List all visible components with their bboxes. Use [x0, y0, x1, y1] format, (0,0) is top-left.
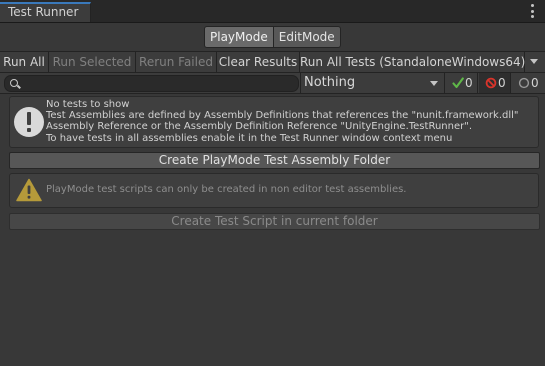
- warning-message: PlayMode test scripts can only be create…: [46, 184, 407, 195]
- failed-filter-toggle[interactable]: 0: [479, 73, 511, 93]
- warning-help-box: PlayMode test scripts can only be create…: [9, 173, 539, 208]
- test-runner-window: Test Runner PlayMode EditMode Run All Ru…: [0, 0, 545, 366]
- search-input[interactable]: [21, 76, 291, 91]
- run-platform-dropdown[interactable]: [525, 52, 545, 72]
- notrun-count: 0: [531, 76, 539, 90]
- chevron-down-icon: [430, 81, 438, 86]
- info-line: Test Assemblies are defined by Assembly …: [46, 110, 519, 122]
- editmode-tab-button[interactable]: EditMode: [273, 26, 341, 48]
- info-line: To have tests in all assemblies enable i…: [46, 132, 453, 144]
- search-icon: [10, 79, 18, 87]
- run-selected-button[interactable]: Run Selected: [49, 52, 136, 72]
- mode-toggle: PlayMode EditMode: [204, 26, 341, 48]
- tab-strip: Test Runner: [0, 0, 545, 23]
- playmode-tab-button[interactable]: PlayMode: [204, 26, 274, 48]
- info-exclamation-icon: [14, 107, 44, 137]
- search-field[interactable]: [4, 75, 299, 92]
- category-dropdown-value: Nothing: [304, 75, 356, 90]
- filter-row: Nothing 0 0 0: [0, 73, 545, 94]
- kebab-menu-icon[interactable]: [529, 4, 535, 18]
- checkmark-icon: [452, 77, 464, 89]
- tab-test-runner[interactable]: Test Runner: [0, 2, 91, 22]
- failed-circle-icon: [485, 77, 497, 89]
- failed-count: 0: [498, 76, 506, 90]
- info-line: No tests to show: [46, 99, 130, 110]
- passed-count: 0: [465, 76, 473, 90]
- test-toolbar: Run All Run Selected Rerun Failed Clear …: [0, 51, 545, 73]
- info-message: No tests to show Test Assemblies are def…: [46, 99, 536, 144]
- notrun-filter-toggle[interactable]: 0: [512, 73, 544, 93]
- run-all-tests-platform-button[interactable]: Run All Tests (StandaloneWindows64): [300, 52, 525, 72]
- create-playmode-test-assembly-folder-button[interactable]: Create PlayMode Test Assembly Folder: [9, 152, 540, 169]
- category-dropdown[interactable]: Nothing: [300, 73, 445, 93]
- create-test-script-button[interactable]: Create Test Script in current folder: [9, 213, 540, 230]
- chevron-down-icon: [530, 59, 538, 64]
- info-line: Assembly Reference or the Assembly Defin…: [46, 121, 472, 133]
- passed-filter-toggle[interactable]: 0: [446, 73, 478, 93]
- clear-results-button[interactable]: Clear Results: [217, 52, 300, 72]
- warning-triangle-icon: [16, 178, 42, 202]
- not-run-circle-icon: [518, 77, 530, 89]
- run-all-button[interactable]: Run All: [0, 52, 49, 72]
- info-help-box: No tests to show Test Assemblies are def…: [9, 96, 539, 148]
- rerun-failed-button[interactable]: Rerun Failed: [136, 52, 217, 72]
